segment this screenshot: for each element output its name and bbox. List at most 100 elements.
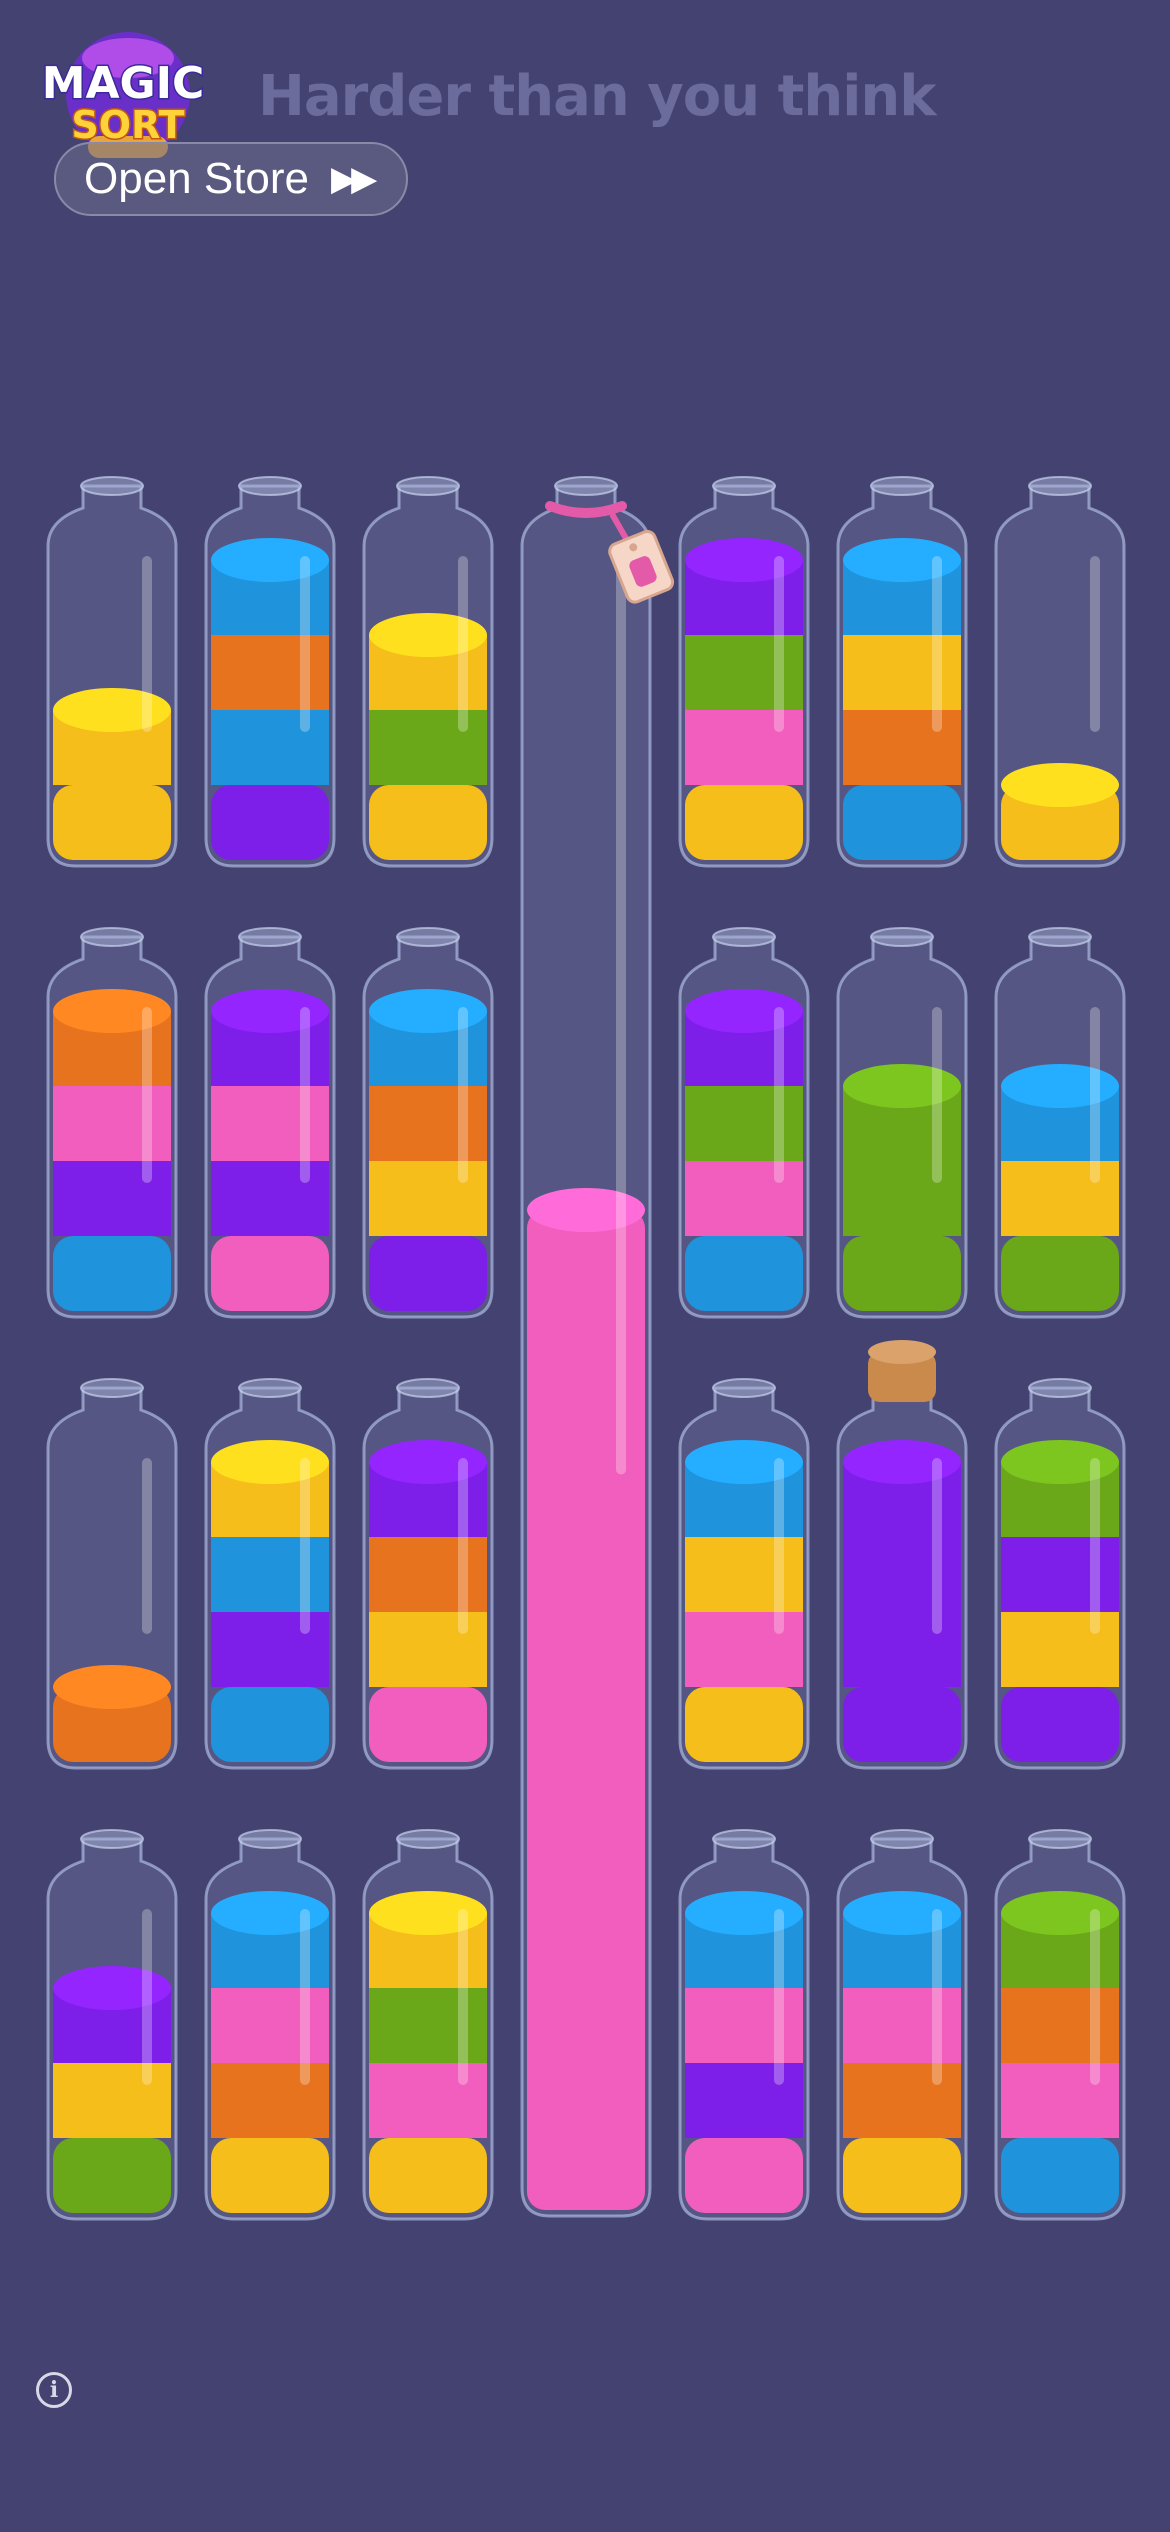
bottle[interactable] [678, 1378, 810, 1770]
liquid-layer [1001, 1537, 1119, 1612]
liquid-surface [1001, 763, 1119, 807]
liquid-surface [211, 1440, 329, 1484]
liquid-surface [843, 1440, 961, 1484]
bottle[interactable] [204, 1378, 336, 1770]
glass-highlight [774, 1007, 784, 1183]
glass-highlight [774, 556, 784, 732]
bottle[interactable] [994, 476, 1126, 868]
liquid-layer [211, 1086, 329, 1161]
liquid-layer [685, 635, 803, 710]
bottle-rim [1028, 1378, 1092, 1398]
glass-highlight [300, 1909, 310, 2085]
liquid-surface [53, 1665, 171, 1709]
bottle[interactable] [678, 1829, 810, 2221]
liquid-surface [1001, 1440, 1119, 1484]
liquid-layer [211, 635, 329, 710]
bottle-rim [80, 1378, 144, 1398]
bottle[interactable] [520, 476, 675, 2218]
bottle-rim [396, 1829, 460, 1849]
glass-highlight [458, 1909, 468, 2085]
bottle-rim [80, 476, 144, 496]
liquid-surface [369, 989, 487, 1033]
bottle[interactable] [362, 1378, 494, 1770]
liquid-layer [369, 1612, 487, 1687]
liquid-surface [369, 613, 487, 657]
bottle[interactable] [994, 927, 1126, 1319]
liquid-surface [1001, 1891, 1119, 1935]
liquid-surface [53, 989, 171, 1033]
liquid-surface [685, 538, 803, 582]
liquid-layer [685, 1161, 803, 1236]
bottle[interactable] [362, 1829, 494, 2221]
liquid-layer [53, 2063, 171, 2138]
bottle[interactable] [46, 1378, 178, 1770]
liquid-layer [843, 2063, 961, 2138]
glass-highlight [142, 1458, 152, 1634]
liquid-layer [211, 1161, 329, 1236]
bottle[interactable] [46, 476, 178, 868]
liquid-layer [843, 785, 961, 860]
bottle[interactable] [46, 927, 178, 1319]
liquid-layer [53, 1236, 171, 1311]
liquid-layer [211, 1612, 329, 1687]
liquid-layer [211, 2063, 329, 2138]
bottle[interactable] [204, 476, 336, 868]
liquid-surface [843, 538, 961, 582]
bottle[interactable] [836, 1829, 968, 2221]
bottle[interactable] [678, 927, 810, 1319]
glass-highlight [142, 556, 152, 732]
liquid-layer [369, 785, 487, 860]
liquid-layer [53, 785, 171, 860]
bottle[interactable] [362, 476, 494, 868]
bottle-rim [1028, 476, 1092, 496]
bottle-rim [238, 927, 302, 947]
liquid-surface [211, 989, 329, 1033]
liquid-layer [685, 2138, 803, 2213]
bottle[interactable] [994, 1829, 1126, 2221]
bottle-rim [396, 1378, 460, 1398]
liquid-surface [685, 989, 803, 1033]
bottle[interactable] [836, 927, 968, 1319]
liquid-layer [1001, 2063, 1119, 2138]
liquid-layer [53, 1086, 171, 1161]
liquid-layer [369, 2063, 487, 2138]
liquid-surface [369, 1891, 487, 1935]
bottle-board [46, 476, 1126, 2221]
bottle-rim [238, 476, 302, 496]
liquid-layer [1001, 2138, 1119, 2213]
liquid-layer [369, 1537, 487, 1612]
liquid-surface [1001, 1064, 1119, 1108]
glass-highlight [774, 1458, 784, 1634]
bottle[interactable] [46, 1829, 178, 2221]
bottle-rim [238, 1829, 302, 1849]
liquid-layer [1001, 1687, 1119, 1762]
liquid-layer [843, 2138, 961, 2213]
liquid-layer [211, 1537, 329, 1612]
bottle[interactable] [836, 476, 968, 868]
liquid-surface [211, 1891, 329, 1935]
liquid-layer [685, 1988, 803, 2063]
bottle[interactable] [204, 1829, 336, 2221]
glass-highlight [458, 1007, 468, 1183]
liquid-layer [211, 1236, 329, 1311]
bottle-rim [396, 927, 460, 947]
liquid-layer [685, 1086, 803, 1161]
bottle[interactable] [362, 927, 494, 1319]
bottle[interactable] [678, 476, 810, 868]
liquid-layer [685, 1687, 803, 1762]
glass-highlight [932, 1458, 942, 1634]
info-icon[interactable]: i [36, 2372, 72, 2408]
liquid-layer [53, 2138, 171, 2213]
bottle[interactable] [994, 1378, 1126, 1770]
bottle-rim [1028, 927, 1092, 947]
liquid-layer [685, 1537, 803, 1612]
glass-highlight [932, 1909, 942, 2085]
glass-highlight [300, 1007, 310, 1183]
liquid-layer [843, 1537, 961, 1612]
bottle[interactable] [204, 927, 336, 1319]
liquid-layer [527, 1210, 645, 2210]
liquid-layer [369, 1236, 487, 1311]
liquid-surface [843, 1891, 961, 1935]
liquid-layer [369, 1687, 487, 1762]
bottle[interactable] [836, 1340, 968, 1770]
